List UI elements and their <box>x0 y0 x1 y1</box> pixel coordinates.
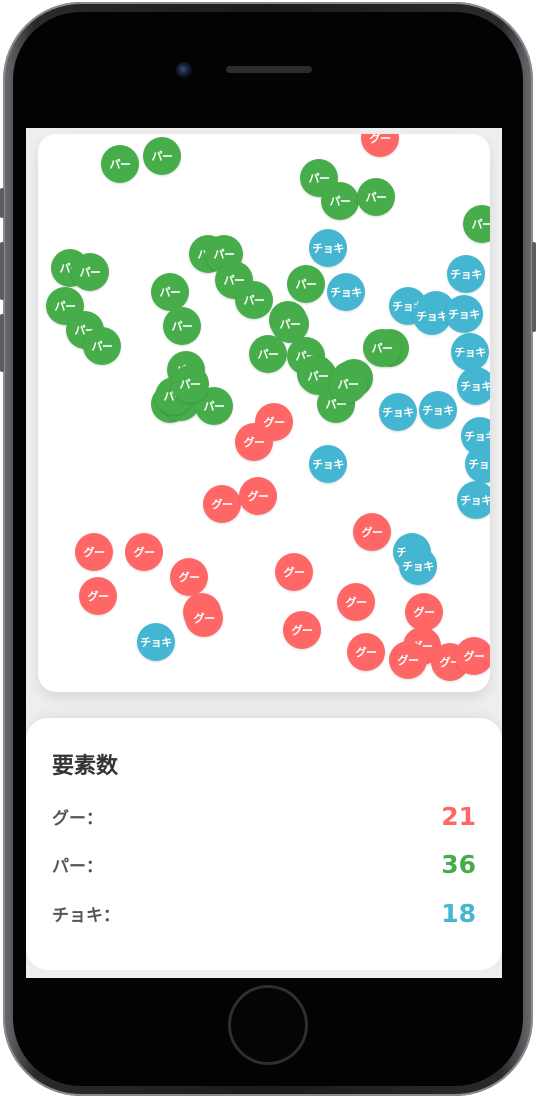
rock-token: グー <box>275 553 313 591</box>
scissors-token: チョキ <box>327 273 365 311</box>
scissors-token: チョキ <box>445 295 483 333</box>
scissors-token: チョキ <box>457 481 490 519</box>
screen: パー パー パー パー パー パー パー パー パー パー パー パー パー パー パー パー パー パー パー パー… <box>26 128 502 978</box>
scissors-token: チョキ <box>309 445 347 483</box>
scissors-token: チョキ <box>447 255 485 293</box>
rock-token: グー <box>347 633 385 671</box>
stats-panel: 要素数 グー： 21 パー： 36 チョキ： 18 <box>26 718 502 970</box>
paper-token: パー <box>143 137 181 175</box>
paper-token: パー <box>463 205 490 243</box>
paper-count-value: 36 <box>441 850 476 879</box>
paper-token: パー <box>357 178 395 216</box>
rock-token: グー <box>170 558 208 596</box>
rock-count-value: 21 <box>441 802 476 831</box>
rock-token: グー <box>337 583 375 621</box>
paper-token: パー <box>287 265 325 303</box>
paper-token: パー <box>321 182 359 220</box>
earpiece-speaker <box>226 66 312 73</box>
front-camera <box>176 62 192 78</box>
scissors-token: チョキ <box>309 229 347 267</box>
mute-switch <box>0 188 4 218</box>
paper-token: パー <box>171 365 209 403</box>
scissors-token: チョキ <box>399 547 437 585</box>
stats-title: 要素数 <box>52 754 119 779</box>
paper-token: パー <box>101 145 139 183</box>
scissors-token: チョキ <box>451 333 489 371</box>
volume-up-button <box>0 242 4 300</box>
rock-token: グー <box>125 533 163 571</box>
paper-token: パー <box>235 281 273 319</box>
rock-token: グー <box>79 577 117 615</box>
rock-token: グー <box>283 611 321 649</box>
paper-token: パー <box>363 329 401 367</box>
paper-token: パー <box>249 335 287 373</box>
rock-token: グー <box>235 423 273 461</box>
scissors-token: チョキ <box>379 393 417 431</box>
paper-token: パー <box>163 307 201 345</box>
rock-token: グー <box>405 593 443 631</box>
rock-token: グー <box>185 599 223 637</box>
scissors-token: チョキ <box>457 367 490 405</box>
rock-token: グー <box>455 637 490 675</box>
scissors-token: チョキ <box>419 391 457 429</box>
rock-count-label: グー： <box>52 809 103 829</box>
rock-token: グー <box>389 641 427 679</box>
rock-token: グー <box>75 533 113 571</box>
rock-token: グー <box>239 477 277 515</box>
paper-count-label: パー： <box>52 857 103 877</box>
paper-token: パー <box>329 365 367 403</box>
volume-down-button <box>0 314 4 372</box>
scissors-count-value: 18 <box>441 899 476 928</box>
paper-token: パー <box>71 253 109 291</box>
scissors-count-label: チョキ： <box>52 906 120 926</box>
power-button <box>532 242 536 332</box>
paper-token: パー <box>83 327 121 365</box>
scissors-token: チョキ <box>137 623 175 661</box>
simulation-field: パー パー パー パー パー パー パー パー パー パー パー パー パー パー パー パー パー パー パー パー… <box>38 134 490 692</box>
rock-token: グー <box>203 485 241 523</box>
scissors-token: チョキ <box>465 445 490 483</box>
home-button[interactable] <box>228 985 308 1065</box>
paper-token: パー <box>151 273 189 311</box>
rock-token: グー <box>353 513 391 551</box>
rock-token: グー <box>361 134 399 157</box>
